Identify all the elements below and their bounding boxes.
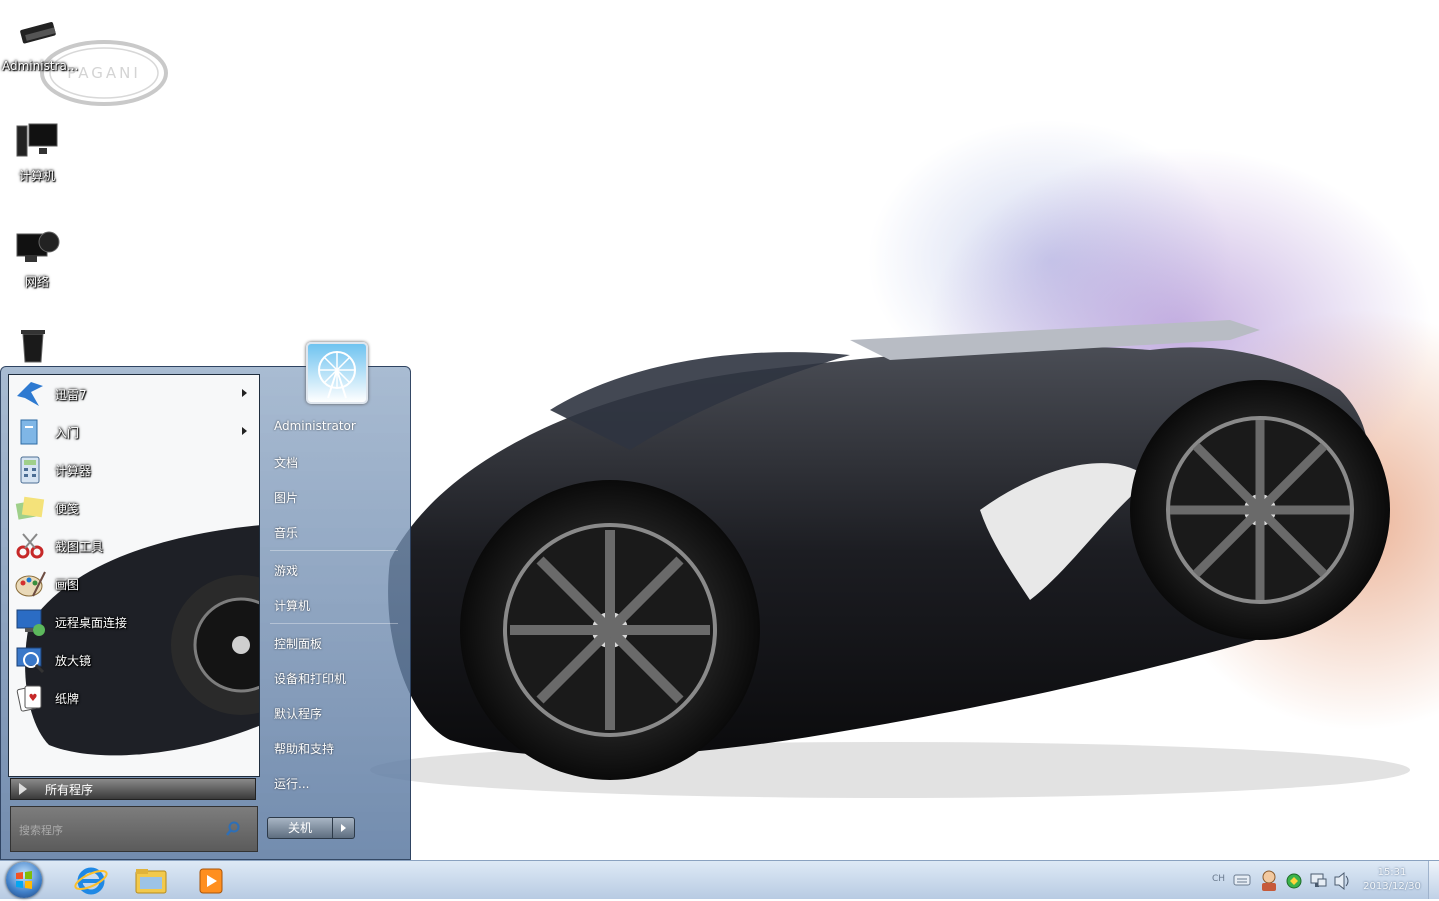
program-label: 截图工具 [55, 539, 104, 554]
ferris-wheel-icon [318, 351, 356, 399]
start-button[interactable] [6, 862, 42, 898]
calculator-icon [20, 456, 40, 484]
program-item-calculator[interactable]: 计算器 [9, 451, 259, 489]
start-menu-programs-pane: 迅雷7 入门 计算器 便笺 截图工具 画图 远程桌面连接 放大镜 ♥ 纸牌 [8, 374, 260, 777]
network-icon [16, 231, 60, 262]
link-help-support[interactable]: 帮助和支持 [274, 740, 334, 757]
getting-started-icon [20, 419, 38, 445]
clock-date: 2013/12/30 [1363, 881, 1421, 892]
link-run[interactable]: 运行... [274, 775, 309, 792]
program-item-paint[interactable]: 画图 [9, 565, 259, 603]
language-indicator[interactable]: CH [1212, 874, 1225, 884]
remote-desktop-icon [16, 609, 45, 636]
all-programs-label: 所有程序 [45, 782, 94, 797]
link-devices-printers[interactable]: 设备和打印机 [274, 670, 346, 687]
shutdown-options-button[interactable] [333, 817, 355, 839]
taskbar-explorer-button[interactable] [124, 863, 178, 897]
all-programs-button[interactable]: 所有程序 [10, 778, 256, 800]
desktop-icon-label: 网络 [24, 275, 49, 289]
link-computer[interactable]: 计算机 [274, 597, 310, 614]
program-label: 放大镜 [55, 653, 92, 668]
link-pictures[interactable]: 图片 [274, 489, 298, 506]
taskbar: CH 15:31 2013/12/30 [0, 860, 1439, 899]
desktop-icon-recycle-bin[interactable] [0, 326, 74, 371]
search-box [10, 806, 258, 852]
media-player-icon [199, 868, 223, 894]
security-icon[interactable] [1284, 861, 1304, 900]
submenu-arrow-icon [242, 389, 247, 397]
program-label: 纸牌 [55, 691, 80, 706]
desktop-icon-label: Administra... [2, 59, 79, 73]
clock-time: 15:31 [1377, 867, 1407, 878]
shutdown-button[interactable]: 关机 [267, 817, 333, 839]
shutdown-group: 关机 [267, 817, 357, 839]
recycle-bin-icon [21, 330, 46, 363]
user-folder-icon [20, 22, 56, 44]
program-item-snipping-tool[interactable]: 截图工具 [9, 527, 259, 565]
taskbar-ie-button[interactable] [64, 863, 118, 897]
desktop-icon-administrator[interactable]: Administra... [0, 14, 78, 73]
car-wallpaper [370, 320, 1410, 798]
computer-icon [16, 123, 58, 157]
search-input[interactable] [17, 819, 221, 841]
magnifier-icon [16, 647, 45, 674]
desktop-icon-label: 计算机 [18, 169, 55, 183]
folder-icon [135, 869, 167, 894]
volume-icon[interactable] [1332, 861, 1352, 900]
system-clock[interactable]: 15:31 2013/12/30 [1360, 866, 1424, 894]
program-item-magnifier[interactable]: 放大镜 [9, 641, 259, 679]
program-item-xunlei[interactable]: 迅雷7 [9, 375, 259, 413]
xunlei-icon [17, 382, 43, 406]
paint-icon [15, 571, 46, 597]
user-avatar[interactable] [306, 342, 368, 404]
program-item-solitaire[interactable]: ♥ 纸牌 [9, 679, 259, 717]
solitaire-icon: ♥ [16, 685, 42, 712]
show-desktop-button[interactable] [1428, 861, 1439, 899]
start-menu: 迅雷7 入门 计算器 便笺 截图工具 画图 远程桌面连接 放大镜 ♥ 纸牌 所有… [0, 342, 411, 860]
snipping-tool-icon [16, 533, 44, 559]
taskbar-media-player-button[interactable] [184, 863, 238, 897]
user-tray-icon[interactable] [1258, 861, 1280, 900]
separator [270, 623, 398, 624]
svg-text:♥: ♥ [29, 693, 38, 704]
program-label: 入门 [55, 425, 80, 440]
separator [270, 550, 398, 551]
program-label: 远程桌面连接 [55, 615, 128, 630]
play-arrow-icon [19, 783, 27, 795]
program-label: 便笺 [55, 501, 80, 516]
sticky-notes-icon [15, 496, 45, 520]
link-default-programs[interactable]: 默认程序 [274, 705, 322, 722]
link-games[interactable]: 游戏 [274, 562, 298, 579]
link-music[interactable]: 音乐 [274, 524, 298, 541]
program-item-sticky-notes[interactable]: 便笺 [9, 489, 259, 527]
program-label: 计算器 [55, 463, 92, 478]
windows-logo-icon [16, 871, 32, 889]
submenu-arrow-icon [242, 427, 247, 435]
program-label: 迅雷7 [55, 387, 87, 402]
program-label: 画图 [55, 577, 80, 592]
search-icon[interactable] [225, 821, 241, 837]
keyboard-icon[interactable] [1232, 861, 1252, 900]
network-tray-icon[interactable] [1308, 861, 1328, 900]
program-item-remote-desktop[interactable]: 远程桌面连接 [9, 603, 259, 641]
program-item-getting-started[interactable]: 入门 [9, 413, 259, 451]
link-user[interactable]: Administrator [274, 419, 356, 433]
desktop-icon-network[interactable]: 网络 [0, 228, 74, 290]
link-control-panel[interactable]: 控制面板 [274, 635, 322, 652]
link-documents[interactable]: 文档 [274, 454, 298, 471]
internet-explorer-icon [74, 867, 108, 895]
desktop-icon-computer[interactable]: 计算机 [0, 122, 74, 184]
